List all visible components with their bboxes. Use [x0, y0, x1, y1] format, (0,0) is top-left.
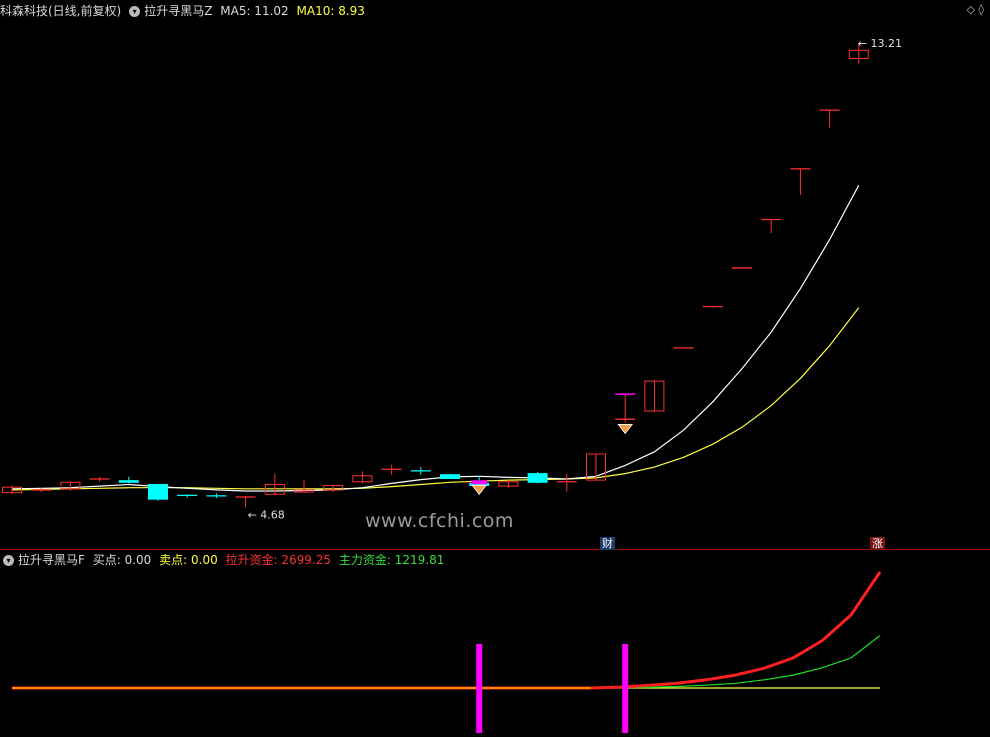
watermark: www.cfchi.com: [365, 510, 514, 532]
lift-fund-line: [12, 571, 882, 690]
candle-body: [148, 483, 168, 500]
candle-body: [440, 474, 460, 479]
buy-signal-bar: [476, 644, 483, 733]
buy-signal-bar: [622, 644, 629, 733]
candle-body: [118, 480, 139, 483]
high-price-tag: ← 13.21: [858, 37, 902, 50]
finance-badge[interactable]: 财: [600, 537, 615, 550]
low-price-tag: ← 4.68: [248, 508, 285, 521]
rise-badge[interactable]: 涨: [870, 537, 885, 550]
gold-arrow-icon: [471, 484, 488, 495]
candle-body: [527, 473, 548, 483]
ma10-line: [11, 307, 860, 491]
magenta-marker: [471, 480, 488, 485]
gold-arrow-icon: [617, 424, 634, 435]
ma5-line: [11, 184, 860, 492]
chart-window: { "main_header": { "stock_name": "科森科技(日…: [0, 0, 990, 737]
main-fund-line: [12, 635, 881, 689]
chart-canvas[interactable]: ← 13.21 ← 4.68: [0, 0, 990, 737]
